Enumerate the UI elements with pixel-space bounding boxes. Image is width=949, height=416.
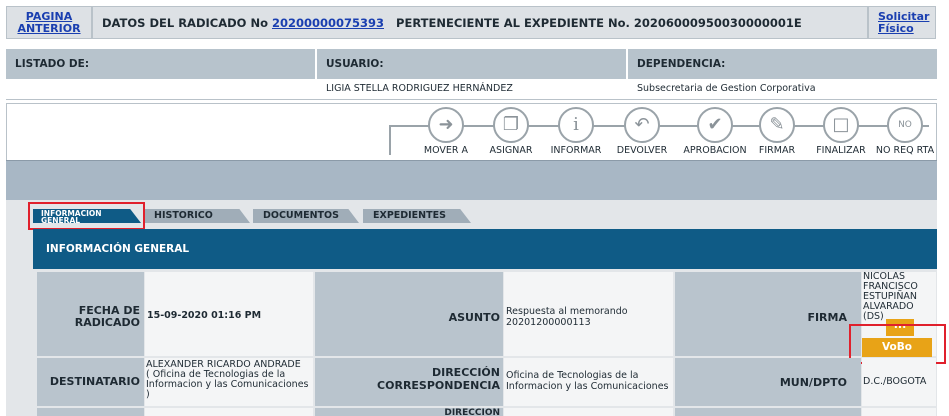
next-row-direccion-label: DIRECCIÓN [315, 408, 503, 416]
asunto-value: Respuesta al memorando 20201200000113 [504, 272, 673, 356]
mun-dpto-value: D.C./BOGOTA [862, 358, 936, 406]
solicitar-fisico-link[interactable]: Solicitar Físico [878, 10, 929, 35]
usuario-label: USUARIO: [317, 49, 626, 79]
divider [6, 99, 937, 100]
toolbar-connector-drop [389, 125, 391, 155]
solicitar-fisico-cell: Solicitar Físico [868, 6, 936, 39]
return-document-icon: ↶ [624, 107, 660, 143]
sign-button[interactable]: ✎ FIRMAR [742, 104, 812, 160]
listado-label: LISTADO DE: [6, 49, 315, 79]
back-link-cell: PAGINA ANTERIOR [6, 6, 92, 39]
tab-historico[interactable]: HISTORICO [144, 209, 250, 223]
direccion-correspondencia-label: DIRECCIÓN CORRESPONDENCIA [315, 358, 503, 406]
no-response-required-icon: NO [887, 107, 923, 143]
dependencia-label: DEPENDENCIA: [628, 49, 937, 79]
fecha-radicado-value: 15-09-2020 01:16 PM [145, 272, 313, 356]
asunto-label: ASUNTO [315, 272, 503, 356]
radicado-number-link[interactable]: 20200000075393 [272, 16, 384, 30]
usuario-value: LIGIA STELLA RODRIGUEZ HERNÁNDEZ [326, 83, 513, 94]
arrow-right-icon: ➜ [428, 107, 464, 143]
dependencia-value: Subsecretaria de Gestion Corporativa [637, 83, 816, 94]
finalize-button[interactable]: □ FINALIZAR [806, 104, 876, 160]
checkmark-icon: ✔ [697, 107, 733, 143]
general-section-title: INFORMACIÓN GENERAL [33, 229, 937, 269]
section-band [6, 160, 937, 200]
assign-documents-icon: ❐ [493, 107, 529, 143]
back-link[interactable]: PAGINA ANTERIOR [17, 10, 80, 35]
info-icon: i [558, 107, 594, 143]
next-row-value-cell [145, 408, 313, 416]
return-button[interactable]: ↶ DEVOLVER [607, 104, 677, 160]
next-row-value-cell-2 [504, 408, 673, 416]
next-row-label-cell-3 [675, 408, 861, 416]
firma-label: FIRMA [675, 272, 861, 356]
finalize-document-icon: □ [823, 107, 859, 143]
destinatario-value: ALEXANDER RICARDO ANDRADE ( Oficina de T… [145, 358, 313, 406]
tab-expedientes[interactable]: EXPEDIENTES [363, 209, 471, 223]
mun-dpto-label: MUN/DPTO [675, 358, 861, 406]
direccion-correspondencia-value: Oficina de Tecnologias de la Informacion… [504, 358, 673, 406]
approval-button[interactable]: ✔ APROBACION [680, 104, 750, 160]
fecha-radicado-label: FECHA DE RADICADO [37, 272, 144, 356]
radicado-title: DATOS DEL RADICADO No 20200000075393 PER… [92, 6, 868, 39]
destinatario-label: DESTINATARIO [37, 358, 144, 406]
action-toolbar: ➜ MOVER A ❐ ASIGNAR i INFORMAR ↶ DEVOLVE… [6, 103, 937, 160]
assign-button[interactable]: ❐ ASIGNAR [476, 104, 546, 160]
sign-pen-icon: ✎ [759, 107, 795, 143]
inform-button[interactable]: i INFORMAR [541, 104, 611, 160]
next-row-label-cell [37, 408, 144, 416]
move-to-button[interactable]: ➜ MOVER A [411, 104, 481, 160]
highlight-box-tab [28, 202, 145, 230]
tab-documentos[interactable]: DOCUMENTOS [253, 209, 359, 223]
no-response-required-button[interactable]: NO NO REQ RTA [870, 104, 940, 160]
next-row-value-cell-3 [862, 408, 936, 416]
